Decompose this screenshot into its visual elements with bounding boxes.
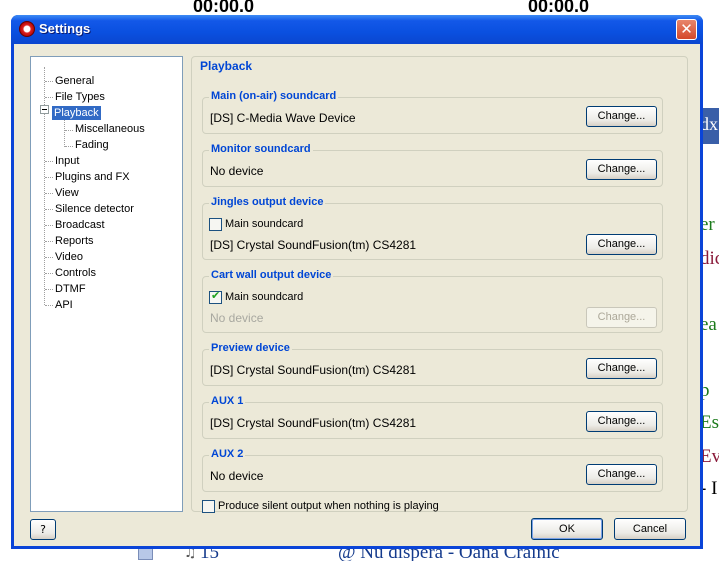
monitor-soundcard-change-button[interactable]: Change... bbox=[586, 159, 657, 180]
tree-item-playback[interactable]: Playback bbox=[52, 106, 101, 120]
monitor-soundcard-group: Monitor soundcard No device Change... bbox=[202, 143, 663, 187]
tree-item-controls[interactable]: Controls bbox=[53, 266, 98, 280]
checkbox-label: Main soundcard bbox=[225, 218, 304, 230]
tree-connector bbox=[45, 257, 53, 258]
group-title: Cart wall output device bbox=[209, 269, 334, 281]
close-button[interactable]: ✕ bbox=[676, 19, 697, 40]
tree-item-miscellaneous[interactable]: Miscellaneous bbox=[73, 122, 147, 136]
preview-device-group: Preview device [DS] Crystal SoundFusion(… bbox=[202, 342, 663, 386]
group-title: Main (on-air) soundcard bbox=[209, 90, 339, 102]
tree-connector bbox=[45, 289, 53, 290]
tree-item-input[interactable]: Input bbox=[53, 154, 81, 168]
group-title: Monitor soundcard bbox=[209, 143, 313, 155]
checkbox-box[interactable] bbox=[209, 218, 222, 231]
group-title: AUX 2 bbox=[209, 448, 246, 460]
tree-item-fading[interactable]: Fading bbox=[73, 138, 111, 152]
tree-connector bbox=[45, 81, 53, 82]
tree-item-view[interactable]: View bbox=[53, 186, 81, 200]
tree-connector bbox=[65, 130, 73, 131]
ok-button[interactable]: OK bbox=[531, 518, 603, 540]
monitor-soundcard-device: No device bbox=[210, 164, 264, 178]
preview-device: [DS] Crystal SoundFusion(tm) CS4281 bbox=[210, 363, 417, 377]
tree-item-silence-detector[interactable]: Silence detector bbox=[53, 202, 136, 216]
cartwall-device: No device bbox=[210, 311, 264, 325]
group-title: AUX 1 bbox=[209, 395, 246, 407]
main-soundcard-group: Main (on-air) soundcard [DS] C-Media Wav… bbox=[202, 90, 663, 134]
checkbox-box[interactable] bbox=[202, 500, 215, 513]
tree-item-reports[interactable]: Reports bbox=[53, 234, 96, 248]
close-icon: ✕ bbox=[680, 20, 693, 38]
playback-panel: Playback Main (on-air) soundcard [DS] C-… bbox=[191, 56, 688, 513]
aux2-device: No device bbox=[210, 469, 264, 483]
tree-item-plugins-fx[interactable]: Plugins and FX bbox=[53, 170, 132, 184]
checkbox-label: Produce silent output when nothing is pl… bbox=[218, 500, 439, 512]
playlist-row-partial: ♫ 15 @ Nu dispera - Oana Crainic bbox=[0, 548, 719, 561]
dialog-body: General File Types Playback Miscellaneou… bbox=[14, 44, 700, 546]
tree-item-video[interactable]: Video bbox=[53, 250, 85, 264]
tree-connector bbox=[45, 305, 53, 306]
tree-connector bbox=[44, 67, 45, 305]
tree-connector bbox=[45, 225, 53, 226]
panel-title: Playback bbox=[200, 59, 253, 73]
cancel-button[interactable]: Cancel bbox=[614, 518, 686, 540]
tree-item-file-types[interactable]: File Types bbox=[53, 90, 107, 104]
tree-connector bbox=[45, 177, 53, 178]
cartwall-change-button: Change... bbox=[586, 307, 657, 328]
aux1-change-button[interactable]: Change... bbox=[586, 411, 657, 432]
group-title: Jingles output device bbox=[209, 196, 326, 208]
tree-item-general[interactable]: General bbox=[53, 74, 96, 88]
tree-connector bbox=[65, 146, 73, 147]
main-soundcard-device: [DS] C-Media Wave Device bbox=[210, 111, 356, 125]
aux2-group: AUX 2 No device Change... bbox=[202, 448, 663, 492]
preview-change-button[interactable]: Change... bbox=[586, 358, 657, 379]
checkbox-box[interactable] bbox=[209, 289, 222, 304]
playlist-row-song: @ Nu dispera - Oana Crainic bbox=[338, 548, 560, 561]
tree-connector bbox=[64, 117, 65, 147]
settings-tree[interactable]: General File Types Playback Miscellaneou… bbox=[30, 56, 183, 512]
tree-connector bbox=[45, 209, 53, 210]
tree-item-dtmf[interactable]: DTMF bbox=[53, 282, 88, 296]
tree-item-api[interactable]: API bbox=[53, 298, 75, 312]
tree-connector bbox=[45, 161, 53, 162]
checkbox-label: Main soundcard bbox=[225, 291, 304, 303]
main-soundcard-change-button[interactable]: Change... bbox=[586, 106, 657, 127]
tree-connector bbox=[45, 241, 53, 242]
cartwall-output-group: Cart wall output device Main soundcard N… bbox=[202, 269, 663, 333]
help-button[interactable]: ? bbox=[30, 519, 56, 540]
aux1-group: AUX 1 [DS] Crystal SoundFusion(tm) CS428… bbox=[202, 395, 663, 439]
tree-connector bbox=[45, 97, 53, 98]
scroll-arrow-icon bbox=[138, 548, 153, 560]
title-bar[interactable]: Settings ✕ bbox=[11, 15, 703, 44]
app-icon bbox=[19, 21, 35, 37]
jingles-output-group: Jingles output device Main soundcard [DS… bbox=[202, 196, 663, 260]
jingles-device: [DS] Crystal SoundFusion(tm) CS4281 bbox=[210, 238, 417, 252]
music-note-icon: ♫ bbox=[184, 548, 197, 561]
window-title: Settings bbox=[39, 21, 91, 36]
aux2-change-button[interactable]: Change... bbox=[586, 464, 657, 485]
aux1-device: [DS] Crystal SoundFusion(tm) CS4281 bbox=[210, 416, 417, 430]
group-title: Preview device bbox=[209, 342, 292, 354]
tree-connector bbox=[45, 193, 53, 194]
settings-dialog: Settings ✕ General File Types Playback M… bbox=[11, 15, 703, 549]
tree-connector bbox=[45, 273, 53, 274]
tree-item-broadcast[interactable]: Broadcast bbox=[53, 218, 107, 232]
collapse-toggle-icon[interactable] bbox=[40, 105, 49, 114]
playlist-row-number: 15 bbox=[200, 548, 219, 561]
jingles-change-button[interactable]: Change... bbox=[586, 234, 657, 255]
